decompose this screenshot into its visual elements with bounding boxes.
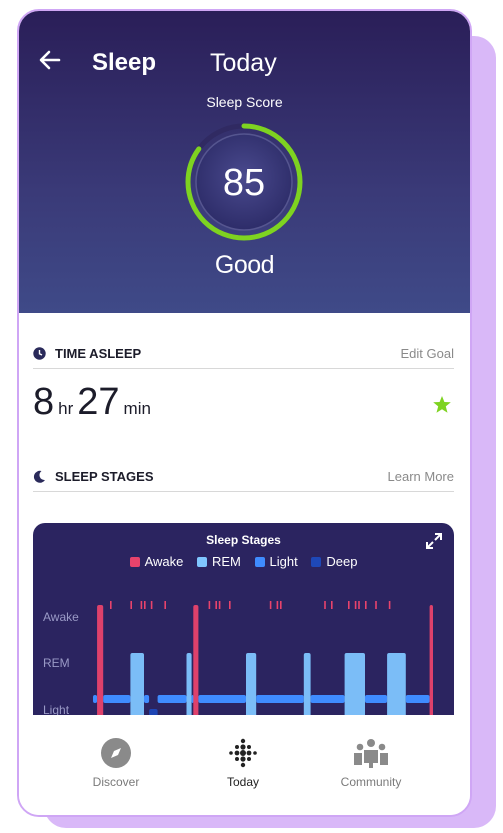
stage-segment-rem — [344, 653, 365, 719]
awake-tick — [150, 601, 153, 609]
time-asleep-value: 8 hr 27 min — [33, 381, 155, 424]
people-icon — [354, 739, 388, 768]
awake-tick — [218, 601, 221, 609]
awake-tick — [215, 601, 217, 609]
awake-tick — [140, 601, 143, 609]
awake-tick — [144, 601, 146, 609]
hours-unit: hr — [58, 399, 74, 418]
sleep-header: Sleep Today Sleep Score 85 Good — [19, 11, 470, 313]
compass-icon — [101, 738, 131, 768]
awake-tick — [324, 601, 326, 609]
stage-segment-light — [310, 695, 345, 703]
awake-tick — [269, 601, 272, 609]
stage-segment-light — [144, 695, 150, 703]
stage-segment-awake — [97, 605, 104, 719]
stage-segment-awake — [193, 605, 199, 719]
stages-plot — [93, 601, 433, 719]
sleep-quality: Good — [214, 251, 275, 279]
awake-tick — [164, 601, 166, 609]
stage-segment-rem — [246, 653, 257, 719]
app-window: Sleep Today Sleep Score 85 Good TIME ASL… — [17, 9, 472, 817]
awake-tick — [276, 601, 279, 609]
stage-segment-light — [365, 695, 388, 703]
star-icon — [433, 396, 451, 413]
sleep-stages-header: SLEEP STAGES Learn More — [33, 467, 454, 492]
awake-tick — [348, 601, 350, 609]
stage-segment-rem — [387, 653, 406, 719]
awake-tick — [365, 601, 367, 609]
awake-tick — [280, 601, 282, 609]
nav-community-label: Community — [340, 775, 402, 789]
clock-icon — [33, 347, 46, 360]
sleep-stages-title: SLEEP STAGES — [55, 469, 154, 484]
page-title: Sleep — [92, 49, 157, 76]
awake-tick — [331, 601, 333, 609]
stage-segment-light — [256, 695, 304, 703]
nav-discover-label: Discover — [92, 775, 140, 789]
bottom-nav: Discover Today Community — [19, 715, 470, 815]
awake-tick — [110, 601, 112, 609]
time-asleep-title: TIME ASLEEP — [55, 346, 142, 361]
awake-tick — [229, 601, 231, 609]
awake-tick — [354, 601, 357, 609]
stage-segment-rem — [303, 653, 311, 719]
sleep-score-label: Sleep Score — [206, 94, 283, 110]
sleep-stages-chart: Sleep Stages Awake REM Light Deep Awake … — [33, 523, 454, 719]
nav-today-label: Today — [226, 775, 260, 789]
stage-segment-rem — [186, 653, 192, 719]
stage-segment-light — [103, 695, 131, 703]
awake-tick — [130, 601, 132, 609]
edit-goal-link[interactable]: Edit Goal — [401, 346, 454, 361]
fitbit-dots-icon — [229, 738, 257, 768]
minutes-value: 27 — [77, 381, 120, 423]
stage-segment-light — [405, 695, 430, 703]
nav-today[interactable]: Today — [183, 737, 303, 789]
learn-more-link[interactable]: Learn More — [388, 469, 454, 484]
awake-tick — [208, 601, 211, 609]
back-arrow-icon[interactable] — [37, 47, 65, 75]
nav-community[interactable]: Community — [311, 737, 431, 789]
sleep-score-value: 85 — [222, 162, 266, 204]
stage-segment-light — [198, 695, 246, 703]
awake-tick — [388, 601, 391, 609]
stage-segment-awake — [429, 605, 433, 719]
minutes-unit: min — [123, 399, 151, 418]
day-selector[interactable]: Today — [210, 49, 277, 78]
stage-segment-light — [157, 695, 187, 703]
stage-segment-rem — [130, 653, 144, 719]
stage-segment-light — [93, 695, 98, 703]
hours-value: 8 — [33, 381, 55, 423]
nav-discover[interactable]: Discover — [56, 737, 176, 789]
time-asleep-header: TIME ASLEEP Edit Goal — [33, 344, 454, 369]
awake-tick — [358, 601, 360, 609]
moon-icon — [33, 470, 45, 483]
awake-tick — [375, 601, 377, 609]
